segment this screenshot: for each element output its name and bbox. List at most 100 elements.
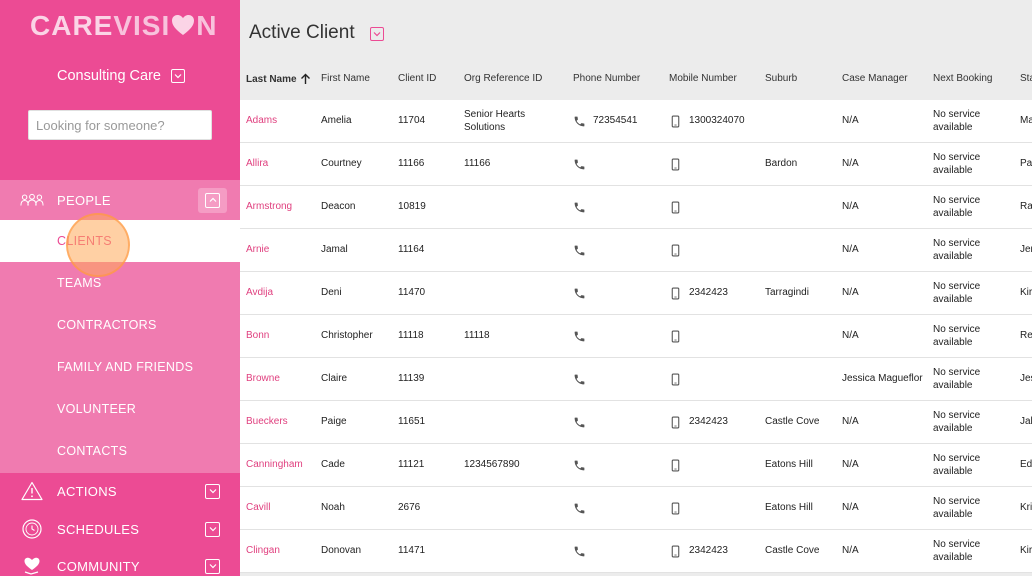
table-row[interactable]: Avdija Deni 11470 2342423 Tarragindi N/A No se… — [240, 272, 1032, 315]
sidebar-item-label: TEAMS — [57, 276, 102, 290]
mobile-icon[interactable] — [669, 201, 682, 214]
col-header-org-reference-id[interactable]: Org Reference ID — [464, 73, 542, 84]
cell-last-name[interactable]: Allira — [246, 143, 318, 185]
col-header-suburb[interactable]: Suburb — [765, 73, 797, 84]
cell-next-booking: No service available — [933, 229, 1017, 271]
chevron-down-icon[interactable] — [205, 521, 220, 537]
heart-hand-icon — [20, 554, 44, 576]
mobile-icon[interactable] — [669, 416, 682, 429]
sidebar-item-clients[interactable]: CLIENTS — [0, 220, 240, 262]
phone-icon[interactable] — [573, 287, 586, 300]
col-header-client-id[interactable]: Client ID — [398, 73, 436, 84]
cell-last-name[interactable]: Browne — [246, 358, 318, 400]
table-row[interactable]: Arnie Jamal 11164 N/A No service available Je… — [240, 229, 1032, 272]
mobile-icon[interactable] — [669, 502, 682, 515]
cell-suburb: Eatons Hill — [765, 444, 839, 486]
mobile-icon[interactable] — [669, 158, 682, 171]
cell-mobile-number-text: 2342423 — [689, 545, 728, 557]
mobile-icon[interactable] — [669, 287, 682, 300]
sidebar-item-family-and-friends[interactable]: FAMILY AND FRIENDS — [0, 346, 240, 388]
nav-people[interactable]: PEOPLE — [0, 180, 240, 220]
cell-case-manager-text: N/A — [842, 459, 859, 471]
cell-last-name[interactable]: Arnie — [246, 229, 318, 271]
phone-icon[interactable] — [573, 373, 586, 386]
cell-last-name[interactable]: Cavill — [246, 487, 318, 529]
sidebar-item-contacts[interactable]: CONTACTS — [0, 430, 240, 472]
cell-case-manager: N/A — [842, 229, 928, 271]
cell-client-id-text: 11121 — [398, 459, 425, 471]
table-row[interactable]: Clingan Donovan 11471 2342423 Castle Cove N/A… — [240, 530, 1032, 573]
cell-last-name[interactable]: Canningham — [246, 444, 318, 486]
col-header-case-manager[interactable]: Case Manager — [842, 73, 908, 84]
phone-icon[interactable] — [573, 416, 586, 429]
cell-suburb — [765, 186, 839, 228]
chevron-down-icon[interactable] — [170, 69, 185, 83]
col-header-last-name[interactable]: Last Name — [246, 73, 311, 85]
table-row[interactable]: Bonn Christopher 11118 11118 N/A No service a… — [240, 315, 1032, 358]
mobile-icon[interactable] — [669, 459, 682, 472]
cell-case-manager-text: N/A — [842, 115, 859, 127]
table-row[interactable]: Browne Claire 11139 Jessica Magueflor No ser… — [240, 358, 1032, 401]
col-header-mobile-number[interactable]: Mobile Number — [669, 73, 737, 84]
cell-last-name[interactable]: Adams — [246, 100, 318, 142]
cell-last-name[interactable]: Clingan — [246, 530, 318, 572]
nav-actions[interactable]: ACTIONS — [0, 471, 240, 511]
cell-last-name[interactable]: Bonn — [246, 315, 318, 357]
cell-org-reference-id-text: 11166 — [464, 158, 491, 170]
mobile-icon[interactable] — [669, 330, 682, 343]
phone-icon[interactable] — [573, 502, 586, 515]
search-input[interactable] — [28, 110, 212, 140]
cell-last-name-text: Arnie — [246, 244, 270, 256]
cell-phone-number: 72354541 — [573, 100, 665, 142]
table-row[interactable]: Bueckers Paige 11651 2342423 Castle Cove N/A N… — [240, 401, 1032, 444]
phone-icon[interactable] — [573, 244, 586, 257]
phone-icon[interactable] — [573, 545, 586, 558]
col-header-phone-number[interactable]: Phone Number — [573, 73, 640, 84]
cell-case-manager: N/A — [842, 401, 928, 443]
sidebar-item-contractors[interactable]: CONTRACTORS — [0, 304, 240, 346]
cell-last-name[interactable]: Armstrong — [246, 186, 318, 228]
col-header-next-booking[interactable]: Next Booking — [933, 73, 992, 84]
cell-client-id: 2676 — [398, 487, 458, 529]
cell-status-text: Jal — [1020, 416, 1032, 428]
mobile-icon[interactable] — [669, 373, 682, 386]
sidebar-item-volunteer[interactable]: VOLUNTEER — [0, 388, 240, 430]
phone-icon[interactable] — [573, 459, 586, 472]
col-header-first-name[interactable]: First Name — [321, 73, 370, 84]
cell-mobile-number — [669, 229, 761, 271]
cell-client-id-text: 11470 — [398, 287, 426, 299]
cell-client-id: 10819 — [398, 186, 458, 228]
page-title: Active Client — [249, 22, 355, 43]
sidebar-item-teams[interactable]: TEAMS — [0, 262, 240, 304]
mobile-icon[interactable] — [669, 545, 682, 558]
nav-community[interactable]: COMMUNITY — [0, 546, 240, 576]
chevron-down-icon[interactable] — [205, 558, 220, 574]
phone-icon[interactable] — [573, 115, 586, 128]
phone-icon[interactable] — [573, 201, 586, 214]
cell-last-name-text: Bonn — [246, 330, 270, 342]
org-selector[interactable]: Consulting Care — [57, 68, 185, 84]
col-header-status[interactable]: Sta — [1020, 73, 1032, 84]
table-row[interactable]: Armstrong Deacon 10819 N/A No service availa… — [240, 186, 1032, 229]
cell-last-name[interactable]: Avdija — [246, 272, 318, 314]
chevron-down-icon[interactable] — [205, 483, 220, 499]
mobile-icon[interactable] — [669, 115, 682, 128]
table-row[interactable]: Adams Amelia 11704 Senior Hearts Solutions 7… — [240, 100, 1032, 143]
table-row[interactable]: Allira Courtney 11166 11166 Bardon N/A No serv… — [240, 143, 1032, 186]
cell-org-reference-id — [464, 186, 556, 228]
cell-suburb: Bardon — [765, 143, 839, 185]
nav-schedules[interactable]: SCHEDULES — [0, 509, 240, 549]
table-row[interactable]: Canningham Cade 11121 1234567890 Eatons Hill… — [240, 444, 1032, 487]
cell-client-id-text: 11164 — [398, 244, 425, 256]
cell-case-manager-text: N/A — [842, 416, 859, 428]
mobile-icon[interactable] — [669, 244, 682, 257]
phone-icon[interactable] — [573, 158, 586, 171]
chevron-up-icon[interactable] — [205, 192, 220, 208]
cell-next-booking-text: No service available — [933, 108, 981, 134]
cell-suburb-text: Castle Cove — [765, 545, 820, 557]
cell-last-name[interactable]: Bueckers — [246, 401, 318, 443]
table-row[interactable]: Cavill Noah 2676 Eatons Hill N/A No service a… — [240, 487, 1032, 530]
chevron-down-icon[interactable] — [370, 27, 384, 41]
cell-suburb: Castle Cove — [765, 530, 839, 572]
phone-icon[interactable] — [573, 330, 586, 343]
